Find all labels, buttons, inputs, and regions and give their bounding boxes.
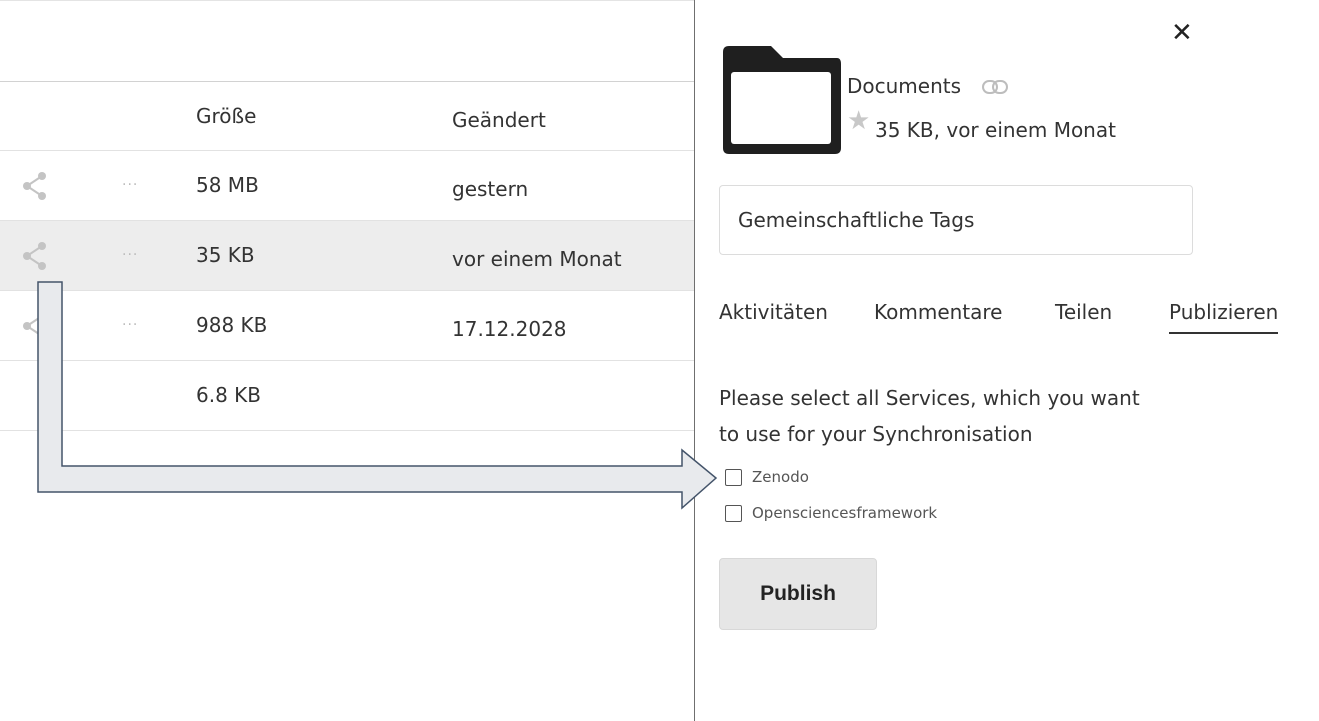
publish-description: Please select all Services, which you wa… bbox=[719, 380, 1259, 452]
folder-icon bbox=[723, 46, 841, 154]
osf-label: Opensciencesframework bbox=[752, 504, 938, 522]
publish-description-line-2: to use for your Synchronisation bbox=[719, 422, 1033, 446]
collaborative-tags-input[interactable] bbox=[719, 185, 1193, 255]
zenodo-label: Zenodo bbox=[752, 468, 809, 486]
tab-comments[interactable]: Kommentare bbox=[874, 300, 1003, 332]
file-name: Documents bbox=[847, 74, 962, 98]
share-icon[interactable] bbox=[22, 171, 48, 201]
service-option-osf[interactable]: Opensciencesframework bbox=[725, 504, 937, 522]
file-size: 58 MB bbox=[196, 173, 259, 197]
tab-sharing[interactable]: Teilen bbox=[1055, 300, 1112, 332]
file-modified: vor einem Monat bbox=[452, 247, 622, 271]
osf-checkbox[interactable] bbox=[725, 504, 742, 522]
service-option-zenodo[interactable]: Zenodo bbox=[725, 468, 809, 486]
file-list-header: Größe Geändert bbox=[0, 81, 694, 151]
column-header-modified[interactable]: Geändert bbox=[452, 108, 546, 132]
column-header-size[interactable]: Größe bbox=[196, 104, 256, 128]
file-size: 35 KB bbox=[196, 243, 255, 267]
tab-publish[interactable]: Publizieren bbox=[1169, 300, 1279, 334]
sidebar-tabs: Aktivitäten Kommentare Teilen Publiziere… bbox=[719, 300, 1319, 340]
more-icon[interactable]: ··· bbox=[122, 247, 138, 263]
file-modified: 17.12.2028 bbox=[452, 317, 567, 341]
publish-description-line-1: Please select all Services, which you wa… bbox=[719, 386, 1140, 410]
file-meta: 35 KB, vor einem Monat bbox=[875, 118, 1116, 142]
more-icon[interactable]: ··· bbox=[122, 317, 138, 333]
file-row[interactable]: ··· 988 KB 17.12.2028 bbox=[0, 291, 694, 361]
file-size: 6.8 KB bbox=[196, 383, 261, 407]
share-icon[interactable] bbox=[22, 241, 48, 271]
file-row-selected[interactable]: ··· 35 KB vor einem Monat bbox=[0, 221, 694, 291]
screen: Größe Geändert ··· 58 MB gestern ··· 35 … bbox=[0, 0, 1319, 721]
share-icon[interactable] bbox=[22, 311, 48, 341]
details-sidebar: ✕ Documents ★ 35 KB, vor einem Monat Akt… bbox=[694, 0, 1319, 721]
tab-activities[interactable]: Aktivitäten bbox=[719, 300, 828, 332]
file-size: 988 KB bbox=[196, 313, 268, 337]
zenodo-checkbox[interactable] bbox=[725, 468, 742, 486]
file-list: Größe Geändert ··· 58 MB gestern ··· 35 … bbox=[0, 0, 694, 721]
more-icon[interactable]: ··· bbox=[122, 177, 138, 193]
publish-button[interactable]: Publish bbox=[719, 558, 877, 630]
close-icon[interactable]: ✕ bbox=[1171, 20, 1193, 46]
file-row[interactable]: 6.8 KB bbox=[0, 361, 694, 431]
star-icon[interactable]: ★ bbox=[847, 108, 870, 134]
link-icon[interactable] bbox=[981, 78, 1009, 96]
file-row[interactable]: ··· 58 MB gestern bbox=[0, 151, 694, 221]
file-modified: gestern bbox=[452, 177, 529, 201]
